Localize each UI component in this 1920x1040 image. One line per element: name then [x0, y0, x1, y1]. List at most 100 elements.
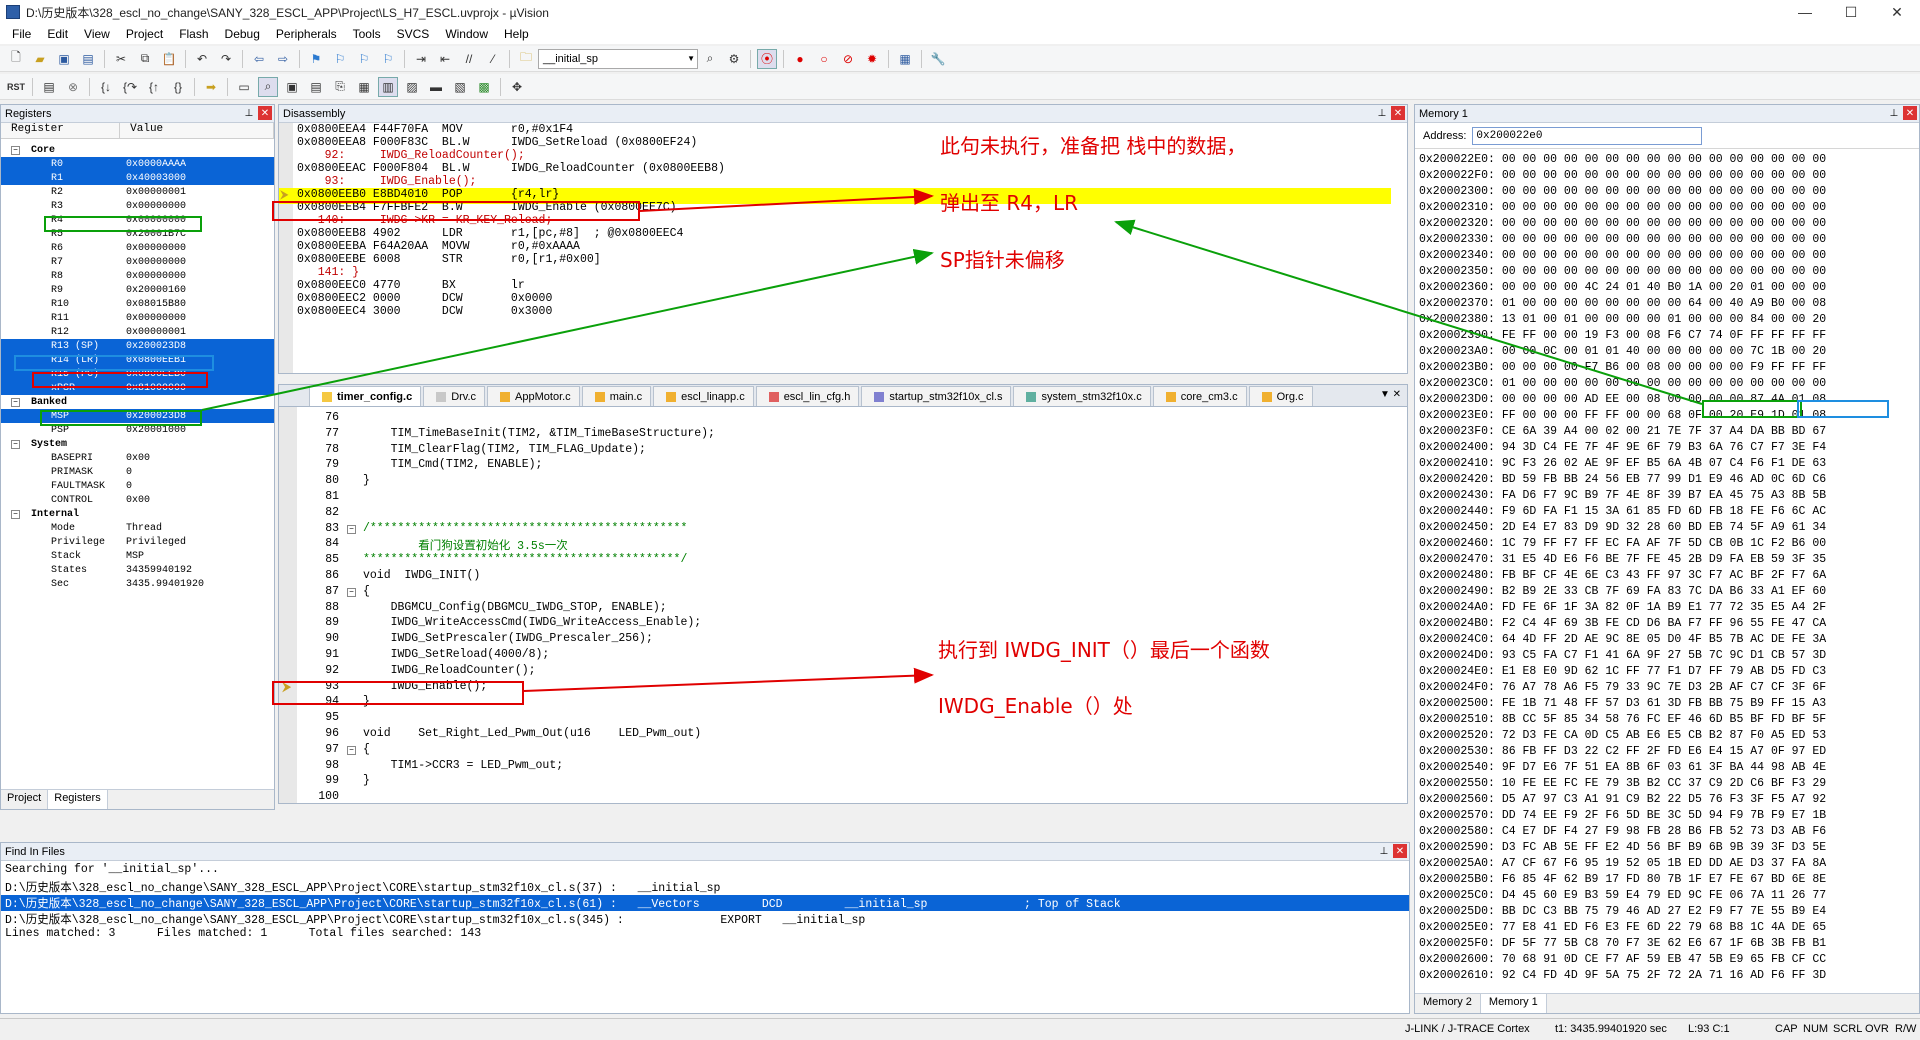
- memory-row[interactable]: 0x200025E0: 77 E8 41 ED F6 E3 FE 6D 22 7…: [1415, 921, 1919, 937]
- disassembly-window-icon[interactable]: ⌕: [258, 76, 278, 97]
- tab-core-cm3-c[interactable]: core_cm3.c: [1152, 386, 1247, 406]
- close-icon[interactable]: ✕: [1393, 844, 1407, 858]
- code-line[interactable]: 91 IWDG_SetReload(4000/8);: [279, 648, 1379, 664]
- code-line[interactable]: 79 TIM_Cmd(TIM2, ENABLE);: [279, 458, 1379, 474]
- menu-help[interactable]: Help: [496, 27, 537, 41]
- memory-row[interactable]: 0x200023B0: 00 00 00 00 F7 B6 00 08 00 0…: [1415, 361, 1919, 377]
- register-row-r8[interactable]: R8 0x00000000: [1, 269, 274, 283]
- memory-row[interactable]: 0x200023C0: 01 00 00 00 00 00 00 00 00 0…: [1415, 377, 1919, 393]
- step-out-icon[interactable]: {↑: [144, 77, 164, 97]
- code-line[interactable]: 97−{: [279, 743, 1379, 759]
- register-row-xpsr[interactable]: xPSR 0x81000000: [1, 381, 274, 395]
- menu-edit[interactable]: Edit: [39, 27, 76, 41]
- memory-row[interactable]: 0x20002330: 00 00 00 00 00 00 00 00 00 0…: [1415, 233, 1919, 249]
- open-file-icon[interactable]: ▰: [30, 49, 50, 69]
- bookmark-icon[interactable]: ⚑: [306, 49, 326, 69]
- memory-row[interactable]: 0x200023E0: FF 00 00 00 FF FF 00 00 68 0…: [1415, 409, 1919, 425]
- pin-icon[interactable]: ⊥: [1377, 844, 1391, 858]
- register-group-banked[interactable]: − Banked: [1, 395, 274, 409]
- register-row-msp[interactable]: MSP 0x200023D8: [1, 409, 274, 423]
- memory-row[interactable]: 0x200022E0: 00 00 00 00 00 00 00 00 00 0…: [1415, 153, 1919, 169]
- code-area[interactable]: 76 77 TIM_TimeBaseInit(TIM2, &TIM_TimeBas…: [279, 411, 1407, 803]
- register-row-r9[interactable]: R9 0x20000160: [1, 283, 274, 297]
- menu-file[interactable]: File: [4, 27, 39, 41]
- memory-row[interactable]: 0x200024A0: FD FE 6F 1F 3A 82 0F 1A B9 E…: [1415, 601, 1919, 617]
- memory-row[interactable]: 0x20002590: D3 FC AB 5E FF E2 4D 56 BF B…: [1415, 841, 1919, 857]
- pin-icon[interactable]: ⊥: [1375, 106, 1389, 120]
- incremental-find-icon[interactable]: ⌕: [700, 49, 720, 69]
- expander-icon[interactable]: −: [11, 145, 20, 155]
- register-group-system[interactable]: − System: [1, 437, 274, 451]
- find-result-line[interactable]: D:\历史版本\328_escl_no_change\SANY_328_ESCL…: [1, 879, 1409, 895]
- close-icon[interactable]: ✕: [258, 106, 272, 120]
- window-layout-icon[interactable]: ▦: [895, 49, 915, 69]
- save-icon[interactable]: ▣: [54, 49, 74, 69]
- nav-back-icon[interactable]: ⇦: [249, 49, 269, 69]
- code-line[interactable]: 82: [279, 506, 1379, 522]
- memory-row[interactable]: 0x20002440: F9 6D FA F1 15 3A 61 85 FD 6…: [1415, 505, 1919, 521]
- code-line[interactable]: 94}: [279, 695, 1379, 711]
- step-into-icon[interactable]: {↓: [96, 77, 116, 97]
- memory-row[interactable]: 0x20002540: 9F D7 E6 7F 51 EA 8B 6F 03 6…: [1415, 761, 1919, 777]
- tab-startup-stm32f10x-cl-s[interactable]: startup_stm32f10x_cl.s: [861, 386, 1012, 406]
- memory-row[interactable]: 0x20002450: 2D E4 E7 83 D9 9D 32 28 60 B…: [1415, 521, 1919, 537]
- memory-row[interactable]: 0x200025B0: F6 85 4F 62 B9 17 FD 80 7B 1…: [1415, 873, 1919, 889]
- find-combo[interactable]: __initial_sp ▼: [538, 48, 698, 69]
- save-all-icon[interactable]: ▤: [78, 49, 98, 69]
- register-row-r11[interactable]: R11 0x00000000: [1, 311, 274, 325]
- memory-row[interactable]: 0x20002360: 00 00 00 00 4C 24 01 40 B0 1…: [1415, 281, 1919, 297]
- code-line[interactable]: 89 IWDG_WriteAccessCmd(IWDG_WriteAccess_…: [279, 616, 1379, 632]
- register-row-r13-sp-[interactable]: R13 (SP) 0x200023D8: [1, 339, 274, 353]
- pin-icon[interactable]: ⊥: [1887, 106, 1901, 120]
- memory-row[interactable]: 0x200025F0: DF 5F 77 5B C8 70 F7 3E 62 E…: [1415, 937, 1919, 953]
- memory-row[interactable]: 0x20002310: 00 00 00 00 00 00 00 00 00 0…: [1415, 201, 1919, 217]
- memory-row[interactable]: 0x200024C0: 64 4D FF 2D AE 9C 8E 05 D0 4…: [1415, 633, 1919, 649]
- system-viewer-icon[interactable]: ▩: [474, 77, 494, 97]
- tab-memory-2[interactable]: Memory 2: [1415, 994, 1481, 1013]
- reset-icon[interactable]: RST: [6, 77, 26, 97]
- register-row-r1[interactable]: R1 0x40003000: [1, 171, 274, 185]
- memory-row[interactable]: 0x20002340: 00 00 00 00 00 00 00 00 00 0…: [1415, 249, 1919, 265]
- register-row-privilege[interactable]: Privilege Privileged: [1, 535, 274, 549]
- code-line[interactable]: 98 TIM1->CCR3 = LED_Pwm_out;: [279, 759, 1379, 775]
- fold-icon[interactable]: −: [347, 524, 356, 534]
- register-row-r14-lr-[interactable]: R14 (LR) 0x0800EEB1: [1, 353, 274, 367]
- code-line[interactable]: 95: [279, 711, 1379, 727]
- indent-icon[interactable]: ⇥: [411, 49, 431, 69]
- code-line[interactable]: 84 看门狗设置初始化 3.5s一次: [279, 537, 1379, 553]
- register-row-r12[interactable]: R12 0x00000001: [1, 325, 274, 339]
- analysis-window-icon[interactable]: ▬: [426, 77, 446, 97]
- bookmark-clear-icon[interactable]: ⚐: [378, 49, 398, 69]
- find-result-line[interactable]: D:\历史版本\328_escl_no_change\SANY_328_ESCL…: [1, 911, 1409, 927]
- register-row-r4[interactable]: R4 0x00000000: [1, 213, 274, 227]
- memory-row[interactable]: 0x200025A0: A7 CF 67 F6 95 19 52 05 1B E…: [1415, 857, 1919, 873]
- registers-window-icon[interactable]: ▤: [306, 77, 326, 97]
- register-row-states[interactable]: States 34359940192: [1, 563, 274, 577]
- tab-appmotor-c[interactable]: AppMotor.c: [487, 386, 580, 406]
- fold-icon[interactable]: −: [347, 745, 356, 755]
- code-line[interactable]: 80}: [279, 474, 1379, 490]
- new-file-icon[interactable]: 🗋: [6, 49, 26, 69]
- bookmark-next-icon[interactable]: ⚐: [354, 49, 374, 69]
- debug-session-icon[interactable]: ⦿: [757, 48, 777, 69]
- register-row-primask[interactable]: PRIMASK 0: [1, 465, 274, 479]
- memory-row[interactable]: 0x20002300: 00 00 00 00 00 00 00 00 00 0…: [1415, 185, 1919, 201]
- code-line[interactable]: 96 void Set_Right_Led_Pwm_Out(u16 LED_Pwm…: [279, 727, 1379, 743]
- minimize-button[interactable]: —: [1782, 0, 1828, 24]
- register-row-mode[interactable]: Mode Thread: [1, 521, 274, 535]
- code-line[interactable]: 86 void IWDG_INIT(): [279, 569, 1379, 585]
- nav-forward-icon[interactable]: ⇨: [273, 49, 293, 69]
- run-to-cursor-icon[interactable]: {}: [168, 77, 188, 97]
- code-line[interactable]: 88 DBGMCU_Config(DBGMCU_IWDG_STOP, ENABL…: [279, 601, 1379, 617]
- register-row-r6[interactable]: R6 0x00000000: [1, 241, 274, 255]
- memory-row[interactable]: 0x20002510: 8B CC 5F 85 34 58 76 FC EF 4…: [1415, 713, 1919, 729]
- memory-row[interactable]: 0x20002610: 92 C4 FD 4D 9F 5A 75 2F 72 2…: [1415, 969, 1919, 985]
- tab-escl-linapp-c[interactable]: escl_linapp.c: [653, 386, 754, 406]
- expander-icon[interactable]: −: [11, 509, 20, 519]
- memory-row[interactable]: 0x200024D0: 93 C5 FA C7 F1 41 6A 9F 27 5…: [1415, 649, 1919, 665]
- trace-window-icon[interactable]: ▧: [450, 77, 470, 97]
- register-group-core[interactable]: − Core: [1, 143, 274, 157]
- memory-row[interactable]: 0x20002400: 94 3D C4 FE 7F 4F 9E 6F 79 B…: [1415, 441, 1919, 457]
- register-row-sec[interactable]: Sec 3435.99401920: [1, 577, 274, 591]
- close-icon[interactable]: ✕: [1391, 106, 1405, 120]
